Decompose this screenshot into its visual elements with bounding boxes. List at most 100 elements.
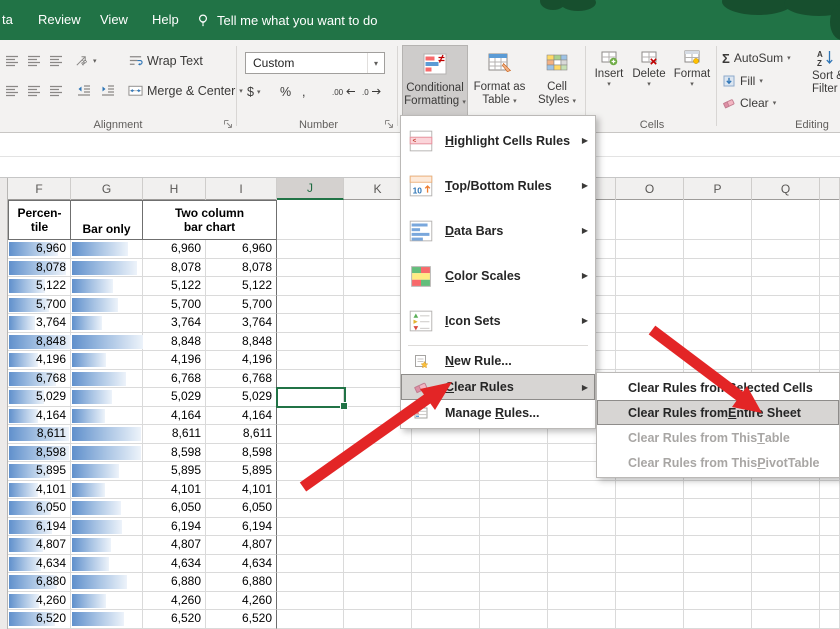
cell-H[interactable]: 4,196 [143,351,206,370]
cell-L[interactable] [412,554,480,573]
alignment-dialog-launcher[interactable] [222,117,235,130]
cell-H[interactable]: 4,634 [143,554,206,573]
cell-H[interactable]: 3,764 [143,314,206,333]
cell-K[interactable] [344,591,412,610]
cell-Q[interactable] [752,277,820,296]
cell-R[interactable] [820,351,840,370]
submenu-item-clear-rules-from-selected-cells[interactable]: Clear Rules from Selected Cells [597,375,839,400]
cell-O[interactable] [616,314,684,333]
cell-R[interactable] [820,536,840,555]
cell-L[interactable] [412,573,480,592]
column-header-F[interactable]: F [8,178,71,200]
cell-O[interactable] [616,554,684,573]
cell-I[interactable]: 6,050 [206,499,277,518]
cell-R[interactable] [820,517,840,536]
cell-H[interactable]: 5,700 [143,295,206,314]
menu-item-color-scales[interactable]: Color Scales ▶ [401,253,595,298]
cell-O[interactable] [616,332,684,351]
cell-K[interactable] [344,462,412,481]
percent-style-button[interactable]: % [280,82,291,102]
align-left-icon[interactable] [2,80,22,100]
cell-R[interactable] [820,480,840,499]
cell-M[interactable] [480,536,548,555]
cell-I[interactable]: 8,078 [206,258,277,277]
cell-G[interactable] [71,369,143,388]
column-header-P[interactable]: P [684,178,752,200]
cell-Q[interactable] [752,480,820,499]
ribbon-tab-data-partial[interactable]: ta [2,0,13,40]
cell-H[interactable]: 6,960 [143,240,206,259]
cell-I[interactable]: 6,960 [206,240,277,259]
cell-F[interactable]: 4,196 [8,351,71,370]
menu-item-top-bottom-rules[interactable]: 10 Top/Bottom Rules ▶ [401,163,595,208]
autosum-button[interactable]: Σ AutoSum ▾ [722,48,791,68]
format-button[interactable]: Format ▾ [669,46,715,110]
menu-item-new-rule[interactable]: New Rule... [401,348,595,374]
cell-G[interactable] [71,462,143,481]
header-cell[interactable]: Percen-tile [8,200,71,240]
cell-J[interactable] [277,277,344,296]
cell-L[interactable] [412,499,480,518]
cell-N[interactable] [548,536,616,555]
increase-indent-icon[interactable] [98,80,118,100]
cell-G[interactable] [71,499,143,518]
column-header-G[interactable]: G [71,178,143,200]
cell-Q[interactable] [752,499,820,518]
cell-G[interactable] [71,295,143,314]
cell-P[interactable] [684,554,752,573]
header-cell[interactable]: Bar only [71,200,143,240]
cell-H[interactable]: 8,598 [143,443,206,462]
cell-L[interactable] [412,443,480,462]
cell-G[interactable] [71,610,143,629]
cell-P[interactable] [684,351,752,370]
cell-F[interactable]: 6,880 [8,573,71,592]
cell-I[interactable]: 4,101 [206,480,277,499]
column-header-Q[interactable]: Q [752,178,820,200]
cell-K[interactable] [344,499,412,518]
cell-G[interactable] [71,332,143,351]
cell-F[interactable]: 8,078 [8,258,71,277]
cell-K[interactable] [344,443,412,462]
cell-F[interactable]: 3,764 [8,314,71,333]
cell-P[interactable] [684,314,752,333]
cell-G[interactable] [71,351,143,370]
cell-Q[interactable] [752,332,820,351]
cell-I[interactable]: 5,700 [206,295,277,314]
cell-G[interactable] [71,536,143,555]
cell-Q[interactable] [752,240,820,259]
cell-F[interactable]: 4,164 [8,406,71,425]
cell-G[interactable] [71,388,143,407]
cell-J[interactable] [277,591,344,610]
cell-F[interactable]: 8,611 [8,425,71,444]
cell-P[interactable] [684,573,752,592]
ribbon-tab-view[interactable]: View [100,0,128,40]
cell-J[interactable] [277,369,344,388]
cell-P[interactable] [684,277,752,296]
menu-item-highlight-cells-rules[interactable]: < Highlight Cells Rules ▶ [401,118,595,163]
cell-G[interactable] [71,480,143,499]
cell-Q[interactable] [752,517,820,536]
cell-O[interactable] [616,277,684,296]
cell-F[interactable]: 8,598 [8,443,71,462]
cell-H[interactable]: 6,768 [143,369,206,388]
cell-H[interactable]: 5,029 [143,388,206,407]
cell-I[interactable]: 6,880 [206,573,277,592]
number-dialog-launcher[interactable] [383,117,396,130]
orientation-button[interactable]: ab ▾ [74,50,97,71]
cell-I[interactable]: 5,895 [206,462,277,481]
cell-O[interactable] [616,258,684,277]
cell-I[interactable]: 4,634 [206,554,277,573]
clear-button[interactable]: Clear ▾ [722,93,776,113]
menu-item-data-bars[interactable]: Data Bars ▶ [401,208,595,253]
cell-F[interactable]: 6,520 [8,610,71,629]
cell-H[interactable]: 4,807 [143,536,206,555]
cell-L[interactable] [412,610,480,629]
cell-O[interactable] [616,517,684,536]
cell-O[interactable] [616,591,684,610]
cell-J[interactable] [277,536,344,555]
decrease-indent-icon[interactable] [74,80,94,100]
cell-J[interactable] [277,425,344,444]
cell-R[interactable] [820,573,840,592]
cell-F[interactable]: 5,029 [8,388,71,407]
cell-K[interactable] [344,554,412,573]
